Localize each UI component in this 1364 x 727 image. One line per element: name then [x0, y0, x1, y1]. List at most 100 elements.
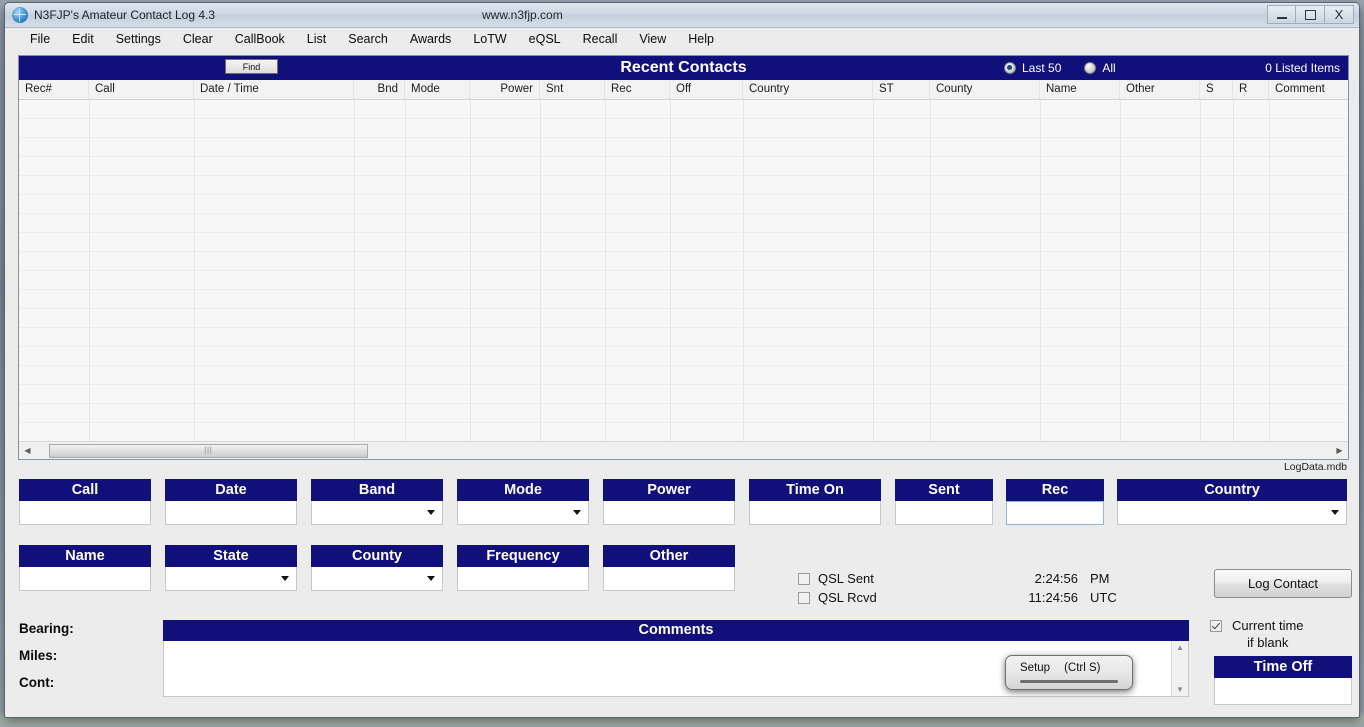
radio-option-all[interactable]: All — [1084, 61, 1116, 75]
scroll-right-arrow-icon[interactable]: ▶ — [1331, 442, 1348, 459]
chevron-down-icon[interactable] — [427, 510, 435, 515]
window-controls: X — [1267, 5, 1354, 24]
qsl-sent-checkbox[interactable] — [798, 572, 810, 585]
column-header-power[interactable]: Power — [470, 80, 540, 99]
field-label-power: Power — [603, 479, 735, 501]
input-other[interactable] — [603, 567, 735, 591]
setup-tooltip[interactable]: Setup (Ctrl S) — [1005, 655, 1133, 690]
time-off-input[interactable] — [1214, 678, 1352, 705]
column-header-r[interactable]: R — [1233, 80, 1269, 99]
input-time-on[interactable] — [749, 501, 881, 525]
column-divider — [670, 100, 671, 441]
column-divider — [743, 100, 744, 441]
time-off-label: Time Off — [1214, 656, 1352, 678]
column-header-s[interactable]: S — [1200, 80, 1233, 99]
column-header-st[interactable]: ST — [873, 80, 930, 99]
input-date[interactable] — [165, 501, 297, 525]
contacts-horizontal-scrollbar[interactable]: ◀ ||| ▶ — [19, 441, 1348, 459]
qsl-rcvd-row[interactable]: QSL Rcvd — [798, 588, 877, 607]
dropdown-mode[interactable] — [457, 501, 589, 525]
globe-icon — [12, 7, 28, 23]
menu-item-list[interactable]: List — [296, 30, 337, 48]
setup-tooltip-shortcut: (Ctrl S) — [1064, 662, 1101, 674]
input-power[interactable] — [603, 501, 735, 525]
maximize-button[interactable] — [1296, 5, 1325, 24]
log-contact-button[interactable]: Log Contact — [1214, 569, 1352, 598]
listed-items-count: 0 Listed Items — [1265, 61, 1340, 75]
column-header-snt[interactable]: Snt — [540, 80, 605, 99]
qsl-sent-label: QSL Sent — [818, 571, 874, 586]
menu-item-file[interactable]: File — [19, 30, 61, 48]
field-label-other: Other — [603, 545, 735, 567]
column-divider — [1200, 100, 1201, 441]
field-label-sent: Sent — [895, 479, 993, 501]
comments-scroll-up-icon[interactable]: ▲ — [1176, 643, 1184, 652]
menu-item-lotw[interactable]: LoTW — [462, 30, 517, 48]
current-time-checkbox[interactable] — [1210, 620, 1222, 632]
input-sent[interactable] — [895, 501, 993, 525]
utc-time-row: 11:24:56 UTC — [1005, 588, 1185, 607]
column-header-rec[interactable]: Rec — [605, 80, 670, 99]
minimize-button[interactable] — [1267, 5, 1296, 24]
menu-item-recall[interactable]: Recall — [572, 30, 629, 48]
column-divider — [1269, 100, 1270, 441]
column-divider — [1120, 100, 1121, 441]
column-header-call[interactable]: Call — [89, 80, 194, 99]
column-divider — [873, 100, 874, 441]
field-label-country: Country — [1117, 479, 1347, 501]
recent-contacts-panel: Find Recent Contacts Last 50 All 0 Liste… — [18, 55, 1354, 460]
dropdown-band[interactable] — [311, 501, 443, 525]
menu-item-view[interactable]: View — [628, 30, 677, 48]
menu-item-search[interactable]: Search — [337, 30, 399, 48]
field-band: Band — [311, 479, 443, 525]
window-title: N3FJP's Amateur Contact Log 4.3 — [34, 8, 216, 22]
column-header-county[interactable]: County — [930, 80, 1040, 99]
column-header-comment[interactable]: Comment — [1269, 80, 1354, 99]
menu-item-edit[interactable]: Edit — [61, 30, 105, 48]
chevron-down-icon[interactable] — [1331, 510, 1339, 515]
comments-vertical-scrollbar[interactable]: ▲ ▼ — [1171, 641, 1188, 696]
column-header-other[interactable]: Other — [1120, 80, 1200, 99]
field-label-county: County — [311, 545, 443, 567]
radio-all-label: All — [1102, 61, 1116, 75]
field-label-call: Call — [19, 479, 151, 501]
close-button[interactable]: X — [1325, 5, 1354, 24]
input-name[interactable] — [19, 567, 151, 591]
menu-item-eqsl[interactable]: eQSL — [518, 30, 572, 48]
qsl-sent-row[interactable]: QSL Sent — [798, 569, 877, 588]
chevron-down-icon[interactable] — [573, 510, 581, 515]
current-time-option[interactable]: Current time if blank — [1210, 617, 1304, 651]
radio-option-last50[interactable]: Last 50 — [1004, 61, 1061, 75]
menu-item-clear[interactable]: Clear — [172, 30, 224, 48]
menu-item-help[interactable]: Help — [677, 30, 725, 48]
contacts-table-body[interactable] — [19, 100, 1348, 441]
cont-label: Cont: — [19, 675, 55, 690]
field-county: County — [311, 545, 443, 591]
menu-item-callbook[interactable]: CallBook — [224, 30, 296, 48]
input-call[interactable] — [19, 501, 151, 525]
column-header-bnd[interactable]: Bnd — [354, 80, 405, 99]
dropdown-state[interactable] — [165, 567, 297, 591]
column-header-off[interactable]: Off — [670, 80, 743, 99]
menu-item-settings[interactable]: Settings — [105, 30, 172, 48]
input-rec[interactable] — [1006, 501, 1104, 525]
column-header-country[interactable]: Country — [743, 80, 873, 99]
column-header-name[interactable]: Name — [1040, 80, 1120, 99]
current-time-line2: if blank — [1247, 635, 1289, 650]
dropdown-country[interactable] — [1117, 501, 1347, 525]
scroll-thumb[interactable]: ||| — [49, 443, 368, 458]
comments-scroll-down-icon[interactable]: ▼ — [1176, 685, 1184, 694]
chevron-down-icon[interactable] — [281, 576, 289, 581]
dropdown-county[interactable] — [311, 567, 443, 591]
column-header-rec[interactable]: Rec# — [19, 80, 89, 99]
chevron-down-icon[interactable] — [427, 576, 435, 581]
menu-item-awards[interactable]: Awards — [399, 30, 462, 48]
column-divider — [89, 100, 90, 441]
field-state: State — [165, 545, 297, 591]
qsl-rcvd-checkbox[interactable] — [798, 591, 810, 604]
field-label-time-on: Time On — [749, 479, 881, 501]
column-header-mode[interactable]: Mode — [405, 80, 470, 99]
scroll-left-arrow-icon[interactable]: ◀ — [19, 442, 36, 459]
input-frequency[interactable] — [457, 567, 589, 591]
column-header-date-time[interactable]: Date / Time — [194, 80, 354, 99]
